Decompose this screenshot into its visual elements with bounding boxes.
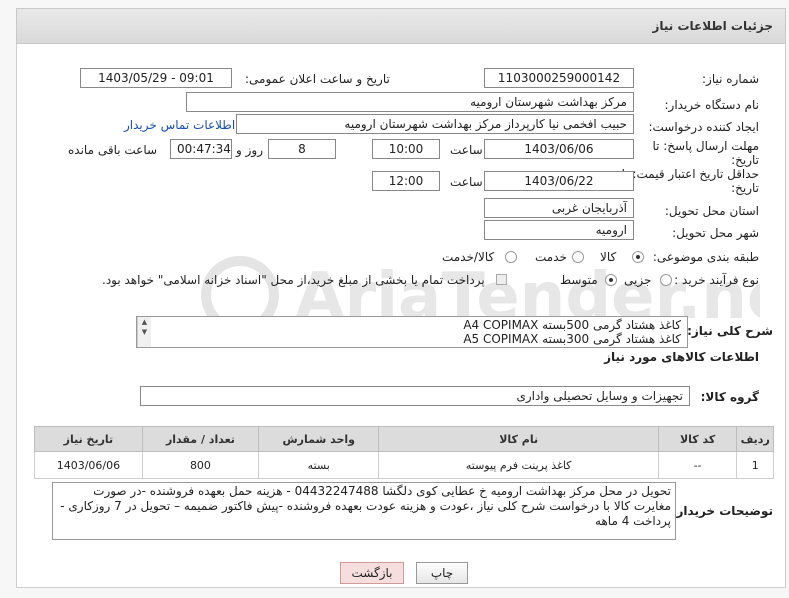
category-option-goods: کالا xyxy=(600,250,617,264)
category-option-service: خدمت xyxy=(535,250,567,264)
city-field: ارومیه xyxy=(484,220,634,240)
creator-field: حبیب افخمی نیا کارپرداز مرکز بهداشت شهرس… xyxy=(236,114,634,134)
page-title: جزئیات اطلاعات نیاز xyxy=(652,19,773,33)
purchase-radio-minor[interactable] xyxy=(660,274,672,286)
deadline-date-field: 1403/06/06 xyxy=(484,139,634,159)
category-option-both: کالا/خدمت xyxy=(442,250,495,264)
buyer-notes-label: توضیحات خریدار: xyxy=(671,504,773,518)
col-header-qty: تعداد / مقدار xyxy=(141,426,260,452)
cell-unit: بسته xyxy=(258,451,380,479)
goods-group-field: تجهیزات و وسایل تحصیلی واداری xyxy=(140,386,690,406)
remaining-time-label: ساعت باقی مانده xyxy=(68,143,158,157)
announce-field: 1403/05/29 - 09:01 xyxy=(80,68,232,88)
col-header-row: ردیف xyxy=(736,426,774,452)
goods-group-label: گروه کالا: xyxy=(700,390,759,404)
purchase-option-medium: متوسط xyxy=(560,273,598,287)
col-header-date: تاریخ نیاز xyxy=(34,426,143,452)
announce-label: تاریخ و ساعت اعلان عمومی: xyxy=(245,72,390,86)
buyer-notes-textarea[interactable]: تحویل در محل مرکز بهداشت ارومیه خ عطایی … xyxy=(52,482,676,540)
category-radio-goods[interactable] xyxy=(632,251,644,263)
buyer-org-label: نام دستگاه خریدار: xyxy=(664,98,760,112)
goods-section-title: اطلاعات کالاهای مورد نیاز xyxy=(604,350,759,364)
category-label: طبقه بندی موضوعی: xyxy=(652,250,759,264)
validity-label-date: تاریخ: xyxy=(731,181,759,195)
table-row: 1 -- کاغذ پرینت فرم پیوسته بسته 800 1403… xyxy=(34,451,774,479)
category-radio-service[interactable] xyxy=(572,251,584,263)
table-header-row: ردیف کد کالا نام کالا واحد شمارش تعداد /… xyxy=(34,426,774,452)
col-header-unit: واحد شمارش xyxy=(258,426,380,452)
category-radio-both[interactable] xyxy=(505,251,517,263)
cell-name: کاغذ پرینت فرم پیوسته xyxy=(378,451,659,479)
deadline-label: مهلت ارسال پاسخ: تا xyxy=(652,139,759,153)
deadline-time-label: ساعت xyxy=(450,143,483,157)
treasury-checkbox[interactable] xyxy=(496,274,507,285)
province-label: استان محل تحویل: xyxy=(664,204,759,218)
cell-date: 1403/06/06 xyxy=(34,451,143,479)
buyer-org-field: مرکز بهداشت شهرستان ارومیه xyxy=(186,92,634,112)
days-remaining-field: 8 xyxy=(268,139,336,159)
need-number-field: 1103000259000142 xyxy=(484,68,634,88)
cell-row: 1 xyxy=(736,451,774,479)
validity-label: حداقل تاریخ اعتبار قیمت: تا xyxy=(621,167,759,181)
description-scrollbar[interactable]: ▲ ▼ xyxy=(137,317,151,347)
buyer-contact-link[interactable]: اطلاعات تماس خریدار xyxy=(124,118,235,132)
panel-header: جزئیات اطلاعات نیاز xyxy=(16,8,786,44)
purchase-radio-medium[interactable] xyxy=(605,274,617,286)
col-header-code: کد کالا xyxy=(657,426,738,452)
purchase-type-label: نوع فرآیند خرید : xyxy=(674,273,759,287)
purchase-option-minor: جزیی xyxy=(624,273,652,287)
validity-time-label: ساعت xyxy=(450,175,483,189)
days-label: روز و xyxy=(236,143,263,157)
remaining-time-field: 00:47:34 xyxy=(170,139,232,159)
description-line-2: کاغذ هشتاد گرمی 300بسته A5 COPIMAX xyxy=(463,332,681,346)
creator-label: ایجاد کننده درخواست: xyxy=(648,120,759,134)
province-field: آذربایجان غربی xyxy=(484,198,634,218)
need-number-label: شماره نیاز: xyxy=(702,72,759,86)
deadline-label-date: تاریخ: xyxy=(731,153,759,167)
description-label: شرح کلی نیاز: xyxy=(687,324,773,338)
items-table: ردیف کد کالا نام کالا واحد شمارش تعداد /… xyxy=(34,426,774,479)
cell-code: -- xyxy=(657,451,738,479)
col-header-name: نام کالا xyxy=(378,426,659,452)
cell-qty: 800 xyxy=(141,451,260,479)
scroll-down-icon[interactable]: ▼ xyxy=(138,327,151,337)
city-label: شهر محل تحویل: xyxy=(672,226,759,240)
description-textarea[interactable]: ▲ ▼ کاغذ هشتاد گرمی 500بسته A4 COPIMAX ک… xyxy=(136,316,688,348)
description-line-1: کاغذ هشتاد گرمی 500بسته A4 COPIMAX xyxy=(463,318,681,332)
deadline-time-field: 10:00 xyxy=(372,139,440,159)
scroll-up-icon[interactable]: ▲ xyxy=(138,317,151,327)
treasury-note: پرداخت تمام یا بخشی از مبلغ خرید،از محل … xyxy=(102,273,485,287)
validity-time-field: 12:00 xyxy=(372,171,440,191)
back-button[interactable]: بازگشت xyxy=(340,562,404,584)
print-button[interactable]: چاپ xyxy=(416,562,468,584)
validity-date-field: 1403/06/22 xyxy=(484,171,634,191)
